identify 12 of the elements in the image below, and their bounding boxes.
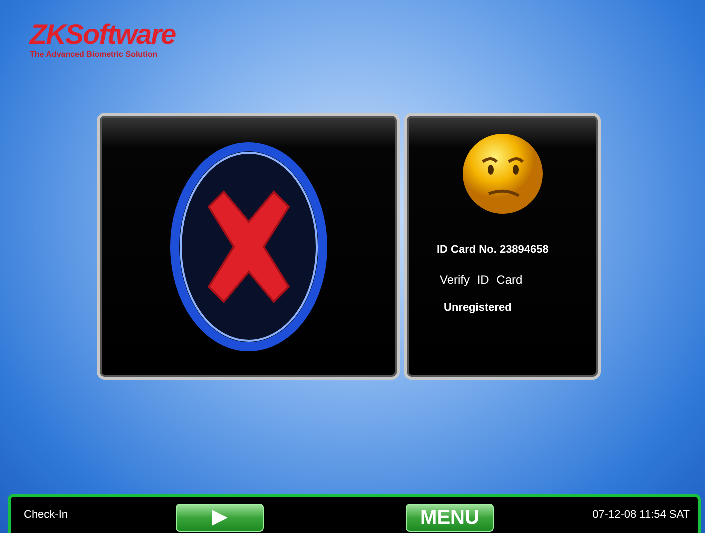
menu-button[interactable]: MENU bbox=[406, 504, 494, 532]
sad-face-icon bbox=[460, 132, 544, 216]
brand-tagline: The Advanced Biometric Solution bbox=[30, 50, 159, 59]
brand-logo: ZKSoftware bbox=[30, 20, 177, 50]
play-button[interactable] bbox=[176, 504, 264, 532]
error-icon bbox=[170, 142, 327, 351]
play-icon bbox=[211, 510, 229, 526]
card-number-label: ID Card No. 23894658 bbox=[437, 244, 550, 256]
verify-status-label: Unregistered bbox=[444, 302, 513, 314]
mode-label: Check-In bbox=[23, 509, 70, 521]
verify-mode-label: Verify ID Card bbox=[440, 273, 524, 287]
date-time: 07-12-08 11:54 SAT bbox=[592, 509, 691, 521]
